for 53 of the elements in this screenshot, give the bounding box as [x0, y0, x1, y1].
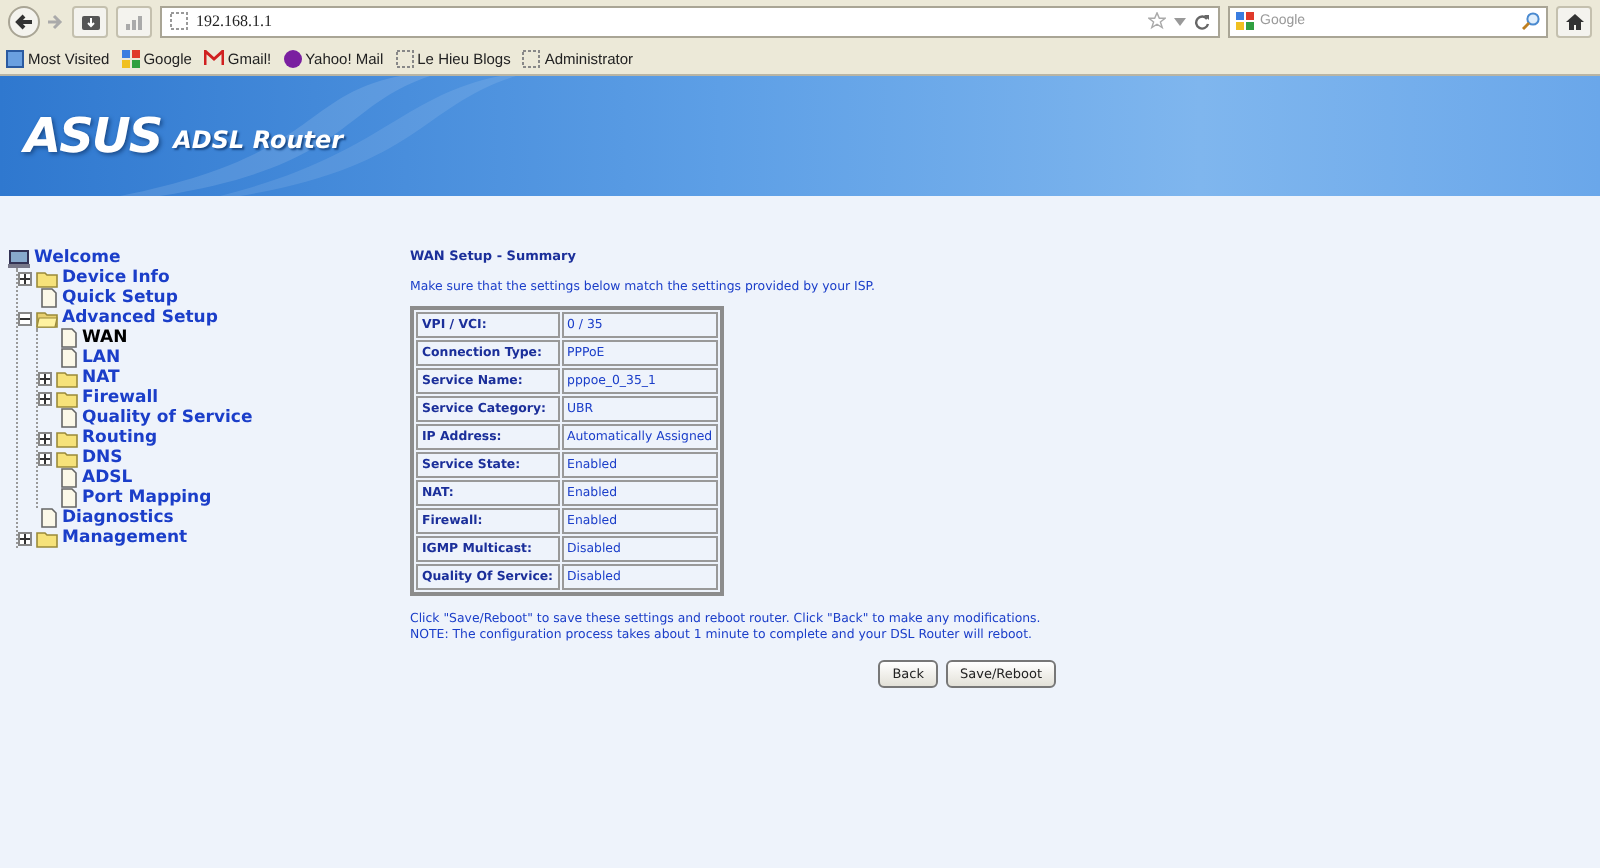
tree-item[interactable]: Routing [82, 428, 158, 448]
google-icon [121, 49, 140, 67]
folder-icon [56, 449, 78, 467]
back-arrow-icon [14, 13, 34, 29]
tree-item[interactable]: WAN [82, 328, 128, 348]
page-icon [522, 49, 541, 67]
computer-icon [8, 249, 30, 267]
open-folder-icon [36, 309, 58, 327]
home-icon [1565, 13, 1583, 29]
google-icon [1236, 12, 1254, 30]
expand-toggle[interactable] [38, 371, 52, 385]
address-bar[interactable]: 192.168.1.1 [160, 5, 1220, 37]
tree-item[interactable]: LAN [82, 348, 121, 368]
folder-icon [6, 49, 24, 67]
page-icon [170, 12, 188, 30]
tree-item[interactable]: Management [62, 528, 188, 548]
yahoo-icon [283, 49, 302, 67]
home-button[interactable] [1556, 5, 1592, 37]
expand-toggle[interactable] [38, 391, 52, 405]
tree-item[interactable]: Port Mapping [82, 488, 212, 508]
expand-toggle[interactable] [38, 451, 52, 465]
reload-icon[interactable] [1194, 13, 1210, 29]
tree-item[interactable]: NAT [82, 368, 120, 388]
product-title: ADSL Router [173, 126, 344, 154]
expand-toggle[interactable] [18, 271, 32, 285]
collapse-toggle[interactable] [18, 311, 32, 325]
expand-toggle[interactable] [18, 531, 32, 545]
folder-icon [36, 529, 58, 547]
tree-item[interactable]: Diagnostics [62, 508, 174, 528]
bars-icon [126, 13, 142, 29]
mail-icon [203, 50, 224, 66]
tree-item[interactable]: Advanced Setup [62, 308, 218, 328]
dropdown-icon[interactable] [1174, 17, 1186, 25]
tree-item[interactable]: ADSL [82, 468, 133, 488]
tree-item[interactable]: Quality of Service [82, 408, 253, 428]
download-icon [81, 13, 99, 29]
tree-item[interactable]: Device Info [62, 268, 170, 288]
search-icon[interactable] [1522, 12, 1540, 30]
folder-icon [56, 429, 78, 447]
expand-toggle[interactable] [38, 431, 52, 445]
tree-item[interactable]: DNS [82, 448, 123, 468]
folder-icon [36, 269, 58, 287]
star-icon[interactable] [1148, 12, 1166, 30]
back-button[interactable] [8, 5, 40, 37]
tree-item[interactable]: Firewall [82, 388, 159, 408]
brand-logo: ASUS [24, 108, 162, 164]
folder-icon [56, 389, 78, 407]
document-icon [60, 408, 78, 428]
download-button[interactable] [72, 5, 108, 37]
tree-item[interactable]: Quick Setup [62, 288, 178, 308]
page-icon [395, 49, 414, 67]
tree-root[interactable]: Welcome [34, 248, 121, 268]
folder-icon [56, 369, 78, 387]
